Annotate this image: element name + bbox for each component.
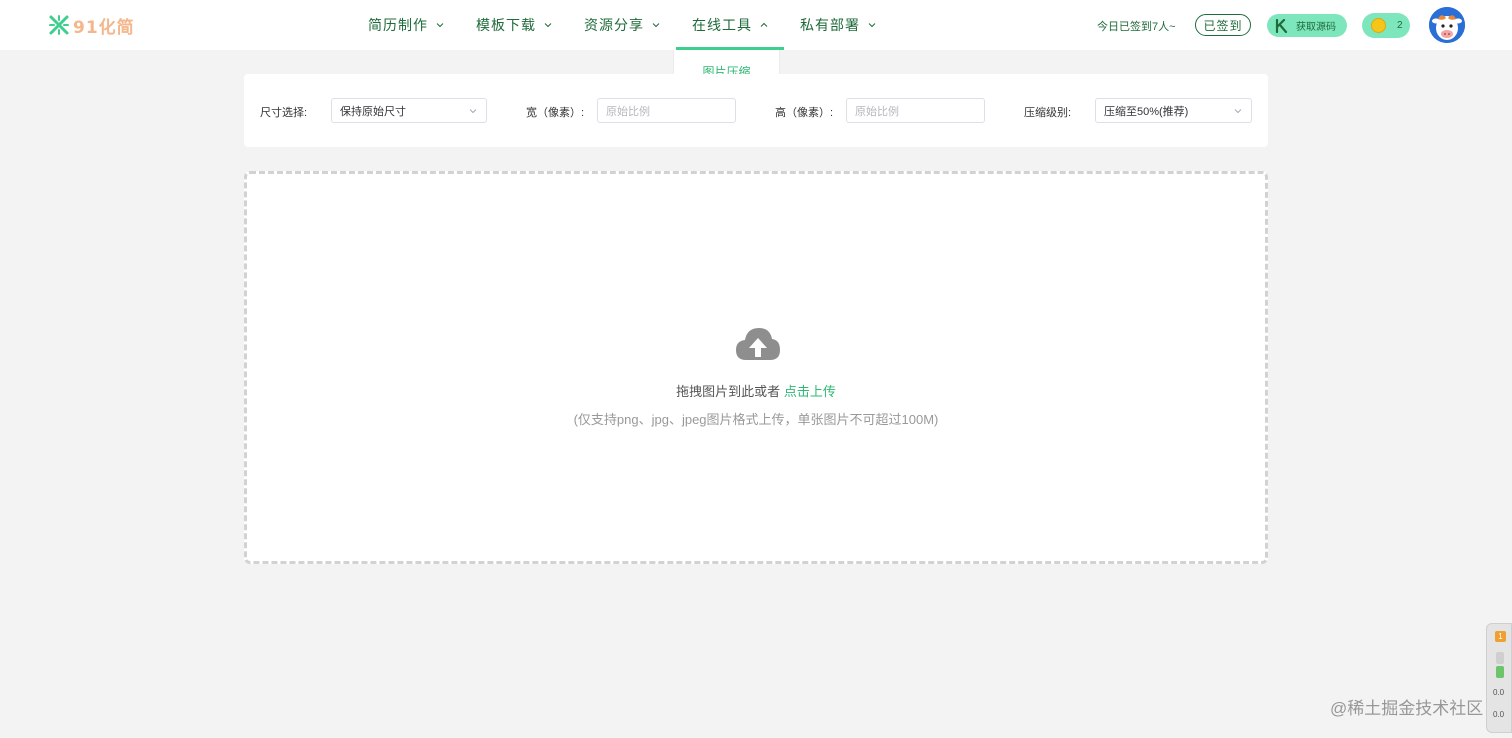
cloud-upload-icon xyxy=(736,328,780,360)
width-label: 宽（像素）: xyxy=(526,107,585,119)
height-label: 高（像素）: xyxy=(775,107,834,119)
height-input[interactable]: 原始比例 xyxy=(846,98,985,123)
notification-badge: 1 xyxy=(1495,631,1506,642)
compress-settings-panel: 尺寸选择: 保持原始尺寸 宽（像素）: 原始比例 高（像素）: 原始比例 压缩级… xyxy=(244,74,1268,147)
source-code-icon xyxy=(1275,18,1288,33)
logo-text: 91化简 xyxy=(73,17,135,38)
coin-icon xyxy=(1371,18,1386,33)
signin-count-text: 今日已签到7人~ xyxy=(1097,21,1176,33)
meter-bar-green xyxy=(1496,666,1504,678)
logo-icon xyxy=(49,15,69,35)
nav-item-resume[interactable]: 简历制作 xyxy=(352,0,460,50)
chevron-down-icon xyxy=(868,23,876,28)
meter-bar-top xyxy=(1496,652,1504,664)
size-label: 尺寸选择: xyxy=(260,107,308,119)
main-nav: 简历制作 模板下载 资源分享 在线工具 私有部署 xyxy=(352,0,892,50)
nav-item-online-tools[interactable]: 在线工具 xyxy=(676,0,784,50)
level-select-value: 压缩至50%(推荐) xyxy=(1104,105,1189,118)
nav-item-resources[interactable]: 资源分享 xyxy=(568,0,676,50)
size-select[interactable]: 保持原始尺寸 xyxy=(331,98,487,123)
get-source-button[interactable]: 获取源码 xyxy=(1267,14,1347,37)
chevron-down-icon xyxy=(436,23,444,28)
top-header: 91化简 简历制作 模板下载 资源分享 在线工具 私有部署 今日已签到7人~ 已… xyxy=(0,0,1512,50)
nav-item-label: 简历制作 xyxy=(368,17,428,33)
width-input[interactable]: 原始比例 xyxy=(597,98,736,123)
avatar-cow-icon xyxy=(1429,7,1465,43)
watermark-text: @稀土掘金技术社区 xyxy=(1330,699,1484,718)
height-placeholder: 原始比例 xyxy=(855,105,899,118)
nav-item-label: 在线工具 xyxy=(692,17,752,33)
upload-dropzone[interactable]: 拖拽图片到此或者 点击上传 (仅支持png、jpg、jpeg图片格式上传，单张图… xyxy=(244,171,1268,564)
chevron-down-icon xyxy=(469,109,477,114)
nav-item-private-deploy[interactable]: 私有部署 xyxy=(784,0,892,50)
level-select[interactable]: 压缩至50%(推荐) xyxy=(1095,98,1252,123)
get-source-label: 获取源码 xyxy=(1296,22,1336,33)
chevron-down-icon xyxy=(652,23,660,28)
meter-value-2: 0.0 xyxy=(1493,710,1505,719)
size-select-value: 保持原始尺寸 xyxy=(340,105,406,118)
click-upload-link[interactable]: 点击上传 xyxy=(784,384,836,399)
coin-count: 2 xyxy=(1397,20,1403,31)
user-avatar[interactable] xyxy=(1429,7,1465,43)
coin-balance[interactable]: 2 xyxy=(1362,13,1410,38)
upload-prompt-text: 拖拽图片到此或者 xyxy=(676,384,781,399)
upload-hint: (仅支持png、jpg、jpeg图片格式上传，单张图片不可超过100M) xyxy=(573,412,939,427)
nav-item-label: 模板下载 xyxy=(476,17,536,33)
level-label: 压缩级别: xyxy=(1024,107,1072,119)
chevron-down-icon xyxy=(544,23,552,28)
width-placeholder: 原始比例 xyxy=(606,105,650,118)
nav-item-templates[interactable]: 模板下载 xyxy=(460,0,568,50)
nav-item-label: 资源分享 xyxy=(584,17,644,33)
nav-item-label: 私有部署 xyxy=(800,17,860,33)
meter-value-1: 0.0 xyxy=(1493,688,1505,697)
side-monitor-widget[interactable]: 1 0.0 0.0 xyxy=(1486,623,1512,733)
signed-in-button[interactable]: 已签到 xyxy=(1195,14,1251,36)
chevron-down-icon xyxy=(1234,109,1242,114)
upload-prompt: 拖拽图片到此或者 点击上传 xyxy=(247,381,1265,400)
chevron-up-icon xyxy=(760,22,768,27)
site-logo[interactable]: 91化简 xyxy=(48,14,135,38)
